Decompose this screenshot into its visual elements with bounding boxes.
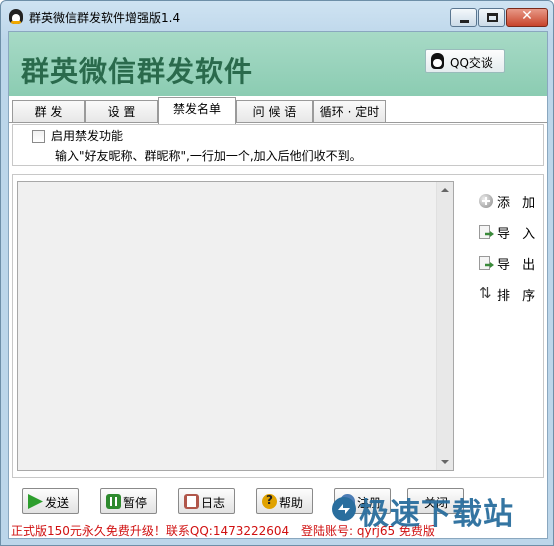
window-title: 群英微信群发软件增强版1.4 xyxy=(29,11,181,25)
tab-blocklist[interactable]: 禁发名单 xyxy=(158,97,236,124)
blocklist-options: 启用禁发功能 输入"好友昵称、群昵称",一行加一个,加入后他们收不到。 xyxy=(12,124,544,166)
vertical-scrollbar[interactable] xyxy=(436,182,453,470)
banner: 群英微信群发软件 QQ交谈 xyxy=(9,32,547,96)
watermark-text: 极速下载站 xyxy=(359,497,514,532)
app-window: 群英微信群发软件增强版1.4 ✕ 群英微信群发软件 QQ交谈 群 发 设 置 禁… xyxy=(0,0,554,546)
tab-loop-schedule[interactable]: 循环 · 定时 xyxy=(313,100,386,123)
help-label: 帮助 xyxy=(279,496,304,510)
blocklist-panel: 添 加 导 入 导 出 排 序 xyxy=(12,174,544,478)
tab-greetings[interactable]: 问 候 语 xyxy=(236,100,313,123)
log-icon xyxy=(184,494,199,509)
enable-blocklist-checkbox[interactable] xyxy=(32,130,45,143)
watermark-logo-icon xyxy=(332,497,356,521)
plus-circle-icon xyxy=(479,194,493,208)
add-label: 添 加 xyxy=(497,196,540,211)
tab-divider xyxy=(9,122,547,123)
qq-chat-button[interactable]: QQ交谈 xyxy=(425,49,505,73)
blocklist-textarea[interactable] xyxy=(17,181,454,471)
tab-settings[interactable]: 设 置 xyxy=(85,100,158,123)
tab-bar: 群 发 设 置 禁发名单 问 候 语 循环 · 定时 xyxy=(9,96,547,124)
sort-icon xyxy=(479,284,493,302)
play-icon xyxy=(28,494,43,509)
minimize-icon xyxy=(460,20,469,23)
help-icon xyxy=(262,493,277,509)
close-icon: ✕ xyxy=(521,8,533,24)
pause-icon xyxy=(106,494,121,509)
minimize-button[interactable] xyxy=(450,8,477,27)
export-icon xyxy=(479,256,490,270)
send-button[interactable]: 发送 xyxy=(22,488,79,514)
scroll-up-arrow-icon[interactable] xyxy=(441,188,449,192)
add-button[interactable]: 添 加 xyxy=(479,192,539,212)
sort-button[interactable]: 排 序 xyxy=(479,284,540,305)
qq-penguin-icon xyxy=(431,53,444,69)
tab-mass-send[interactable]: 群 发 xyxy=(12,100,85,123)
blocklist-hint: 输入"好友昵称、群昵称",一行加一个,加入后他们收不到。 xyxy=(55,149,362,163)
close-button[interactable]: ✕ xyxy=(506,8,548,27)
penguin-icon xyxy=(9,9,23,24)
pause-label: 暂停 xyxy=(123,496,148,510)
maximize-icon xyxy=(487,13,498,22)
export-button[interactable]: 导 出 xyxy=(479,254,539,274)
sort-label: 排 序 xyxy=(497,289,540,304)
import-label: 导 入 xyxy=(497,227,540,242)
help-button[interactable]: 帮助 xyxy=(256,488,313,514)
enable-blocklist-label[interactable]: 启用禁发功能 xyxy=(51,127,123,144)
status-upgrade-text: 正式版150元永久免费升级！联系QQ:1473222604 xyxy=(11,524,290,538)
log-button[interactable]: 日志 xyxy=(178,488,235,514)
send-label: 发送 xyxy=(45,496,70,510)
pause-button[interactable]: 暂停 xyxy=(100,488,157,514)
export-label: 导 出 xyxy=(497,258,540,273)
import-button[interactable]: 导 入 xyxy=(479,223,539,243)
title-bar: 群英微信群发软件增强版1.4 ✕ xyxy=(1,1,553,31)
scroll-down-arrow-icon[interactable] xyxy=(441,460,449,464)
import-icon xyxy=(479,225,490,239)
banner-title: 群英微信群发软件 xyxy=(21,55,254,88)
qq-chat-label: QQ交谈 xyxy=(450,56,493,70)
main-panel: 群英微信群发软件 QQ交谈 群 发 设 置 禁发名单 问 候 语 循环 · 定时… xyxy=(8,31,548,539)
maximize-button[interactable] xyxy=(478,8,505,27)
log-label: 日志 xyxy=(201,496,226,510)
